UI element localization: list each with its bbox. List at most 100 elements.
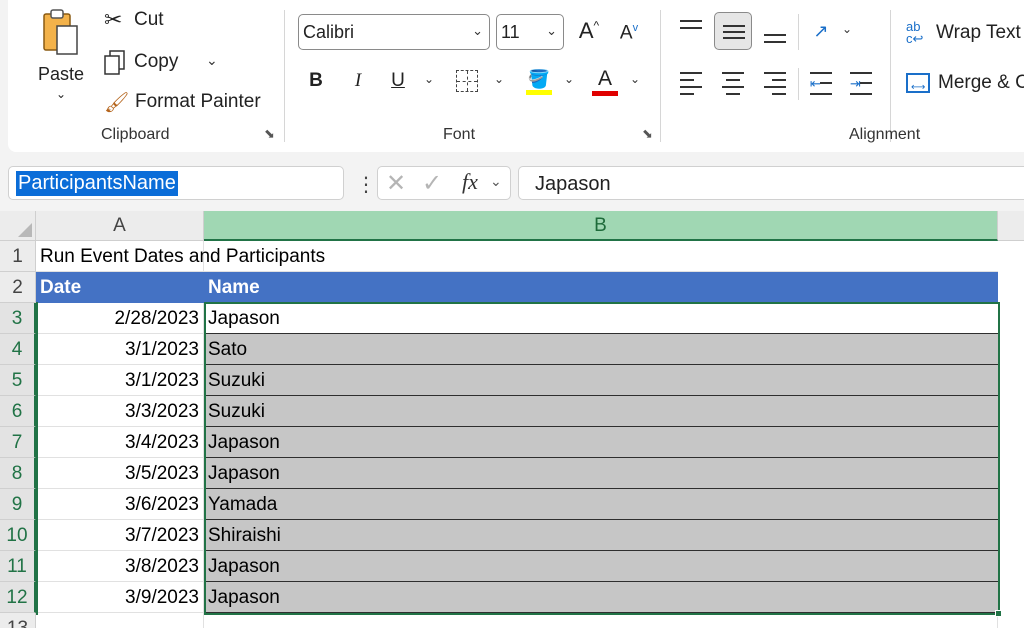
cell-a2[interactable]: Date (36, 272, 204, 303)
merge-center-button[interactable]: ⟷ Merge & C (906, 68, 1024, 98)
copy-dropdown-icon[interactable]: ⌄ (206, 52, 218, 69)
cell-a11[interactable]: 3/8/2023 (36, 551, 204, 582)
fill-handle[interactable] (995, 610, 1002, 617)
merge-icon: ⟷ (906, 73, 930, 93)
insert-function-icon[interactable]: fx (462, 169, 478, 195)
underline-label: U (391, 70, 405, 91)
row-header[interactable]: 4 (0, 334, 36, 365)
borders-dropdown-icon[interactable]: ⌄ (494, 72, 504, 86)
cell-a5[interactable]: 3/1/2023 (36, 365, 204, 396)
increase-font-icon: A^ (578, 18, 600, 43)
cell-b11[interactable]: Japason (204, 551, 998, 582)
wrap-text-button[interactable]: ab c↩ Wrap Text (906, 18, 1021, 48)
name-box[interactable]: ParticipantsName (8, 166, 344, 200)
underline-dropdown-icon[interactable]: ⌄ (424, 72, 434, 86)
borders-icon (456, 70, 478, 92)
cell-b2[interactable]: Name (204, 272, 998, 303)
column-header-a[interactable]: A (36, 211, 204, 241)
increase-font-size-button[interactable]: A^ (574, 16, 604, 46)
font-size-select[interactable]: 11 ⌄ (496, 14, 564, 50)
cancel-icon[interactable]: ✕ (386, 169, 406, 198)
fill-color-button[interactable]: 🪣 (524, 64, 554, 98)
select-all-button[interactable] (0, 211, 36, 241)
cell-a9[interactable]: 3/6/2023 (36, 489, 204, 520)
wrap-text-icon: ab c↩ (906, 19, 924, 46)
font-launcher-icon[interactable]: ⬊ (642, 127, 656, 142)
cell-b9[interactable]: Yamada (204, 489, 998, 520)
font-color-bar (592, 90, 618, 96)
font-group-label: Font (443, 126, 476, 143)
column-header-c[interactable] (998, 211, 1024, 241)
row-header[interactable]: 9 (0, 489, 36, 520)
chevron-down-icon: ⌄ (55, 87, 67, 101)
clipboard-launcher-icon[interactable]: ⬊ (264, 127, 278, 142)
bottom-align-button[interactable] (762, 16, 788, 46)
top-align-button[interactable] (678, 16, 704, 42)
orientation-button[interactable]: ↗ (806, 16, 836, 46)
row-header[interactable]: 5 (0, 365, 36, 396)
cell-b1[interactable] (204, 241, 998, 272)
align-left-button[interactable] (678, 70, 704, 96)
cell-a4[interactable]: 3/1/2023 (36, 334, 204, 365)
cell-b7[interactable]: Japason (204, 427, 998, 458)
decrease-indent-button[interactable]: ⇤ (808, 70, 834, 96)
row-header[interactable]: 13 (0, 613, 36, 628)
enter-icon[interactable]: ✓ (422, 169, 442, 198)
cell-a10[interactable]: 3/7/2023 (36, 520, 204, 551)
row-header[interactable]: 2 (0, 272, 36, 303)
increase-indent-button[interactable]: ⇥ (848, 70, 874, 96)
decrease-indent-icon: ⇤ (810, 76, 821, 91)
row-header[interactable]: 1 (0, 241, 36, 272)
format-painter-button[interactable]: 🖌 Format Painter (104, 88, 261, 116)
row-header[interactable]: 6 (0, 396, 36, 427)
formula-input[interactable]: Japason (518, 166, 1024, 200)
cell-b12[interactable]: Japason (204, 582, 998, 613)
wrap-text-label: Wrap Text (936, 22, 1021, 43)
more-options-icon[interactable]: ⋮ (356, 172, 376, 197)
cell-a8[interactable]: 3/5/2023 (36, 458, 204, 489)
align-right-button[interactable] (762, 70, 788, 96)
cell-b8[interactable]: Japason (204, 458, 998, 489)
font-color-dropdown-icon[interactable]: ⌄ (630, 72, 640, 86)
font-name-select[interactable]: Calibri ⌄ (298, 14, 490, 50)
chevron-down-icon[interactable]: ⌄ (490, 173, 502, 190)
cell-a13[interactable] (36, 613, 204, 628)
bold-button[interactable]: B (304, 66, 328, 96)
row-header[interactable]: 10 (0, 520, 36, 551)
row-header[interactable]: 8 (0, 458, 36, 489)
cell-a3[interactable]: 2/28/2023 (36, 303, 204, 334)
borders-button[interactable] (454, 68, 480, 94)
cell-a7[interactable]: 3/4/2023 (36, 427, 204, 458)
cut-button[interactable]: ✂ Cut (104, 6, 164, 34)
cell-b3[interactable]: Japason (204, 303, 998, 334)
italic-button[interactable]: I (346, 66, 370, 96)
decrease-font-size-button[interactable]: Av (614, 18, 644, 48)
cell-b5[interactable]: Suzuki (204, 365, 998, 396)
cell-b10[interactable]: Shiraishi (204, 520, 998, 551)
font-color-button[interactable]: A (590, 64, 620, 98)
copy-icon (102, 49, 130, 75)
column-header-b[interactable]: B (204, 211, 998, 241)
cell-b4[interactable]: Sato (204, 334, 998, 365)
orientation-dropdown-icon[interactable]: ⌄ (842, 22, 852, 36)
cell-a1[interactable]: Run Event Dates and Participants (36, 241, 325, 272)
spreadsheet-grid[interactable]: A B 1 2 3 4 5 6 7 8 9 10 11 12 13 Run Ev… (0, 211, 1024, 628)
row-header[interactable]: 11 (0, 551, 36, 582)
formula-value: Japason (535, 173, 611, 195)
row-header[interactable]: 12 (0, 582, 36, 613)
fill-color-dropdown-icon[interactable]: ⌄ (564, 72, 574, 86)
italic-label: I (354, 70, 362, 91)
name-box-value[interactable]: ParticipantsName (16, 171, 178, 196)
paste-button[interactable]: Paste ⌄ (30, 6, 92, 110)
underline-button[interactable]: U (386, 66, 410, 96)
cell-b6[interactable]: Suzuki (204, 396, 998, 427)
cell-b13[interactable] (204, 613, 998, 628)
row-header[interactable]: 7 (0, 427, 36, 458)
row-header[interactable]: 3 (0, 303, 36, 334)
copy-button[interactable]: Copy (102, 48, 178, 76)
align-center-button[interactable] (720, 70, 746, 96)
alignment-group-label: Alignment (849, 126, 921, 143)
cell-a6[interactable]: 3/3/2023 (36, 396, 204, 427)
cell-a12[interactable]: 3/9/2023 (36, 582, 204, 613)
middle-align-button[interactable] (714, 12, 752, 50)
